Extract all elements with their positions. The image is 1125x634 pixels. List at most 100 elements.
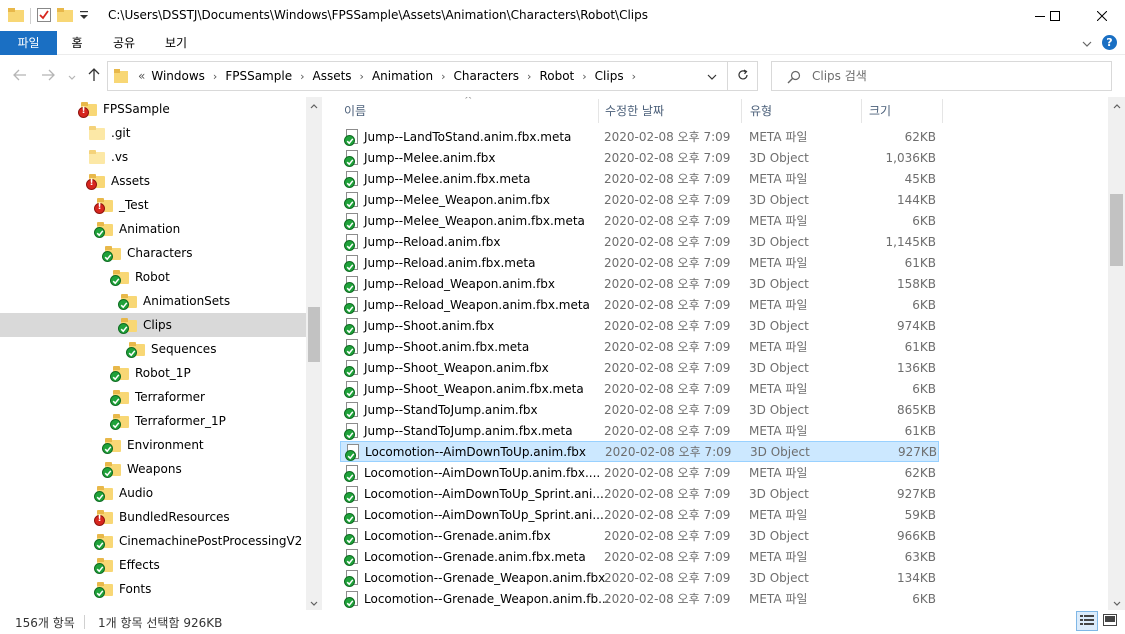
breadcrumb-robot[interactable]: Robot (539, 69, 574, 83)
tree-item[interactable]: BundledResources (0, 505, 306, 529)
file-row[interactable]: Locomotion--Grenade.anim.fbx 2020-02-08 오… (340, 525, 939, 546)
column-divider[interactable] (598, 99, 599, 123)
breadcrumb-clips[interactable]: Clips (595, 69, 624, 83)
back-button[interactable] (10, 66, 30, 86)
details-view-button[interactable] (1076, 611, 1098, 631)
file-row[interactable]: Jump--Reload_Weapon.anim.fbx 2020-02-08 오… (340, 273, 939, 294)
customize-qat-icon[interactable] (79, 9, 89, 24)
column-size-header[interactable]: 크기 (869, 97, 891, 125)
file-row[interactable]: Jump--Shoot.anim.fbx 2020-02-08 오후 7:09 3D… (340, 315, 939, 336)
close-button[interactable] (1079, 0, 1125, 31)
chevron-right-icon[interactable]: › (632, 70, 636, 83)
breadcrumb-fpssample[interactable]: FPSSample (225, 69, 292, 83)
recent-locations-button[interactable] (62, 66, 82, 86)
breadcrumb-assets[interactable]: Assets (312, 69, 351, 83)
file-row[interactable]: Jump--Melee.anim.fbx.meta 2020-02-08 오후 7… (340, 168, 939, 189)
chevron-right-icon[interactable]: › (360, 70, 364, 83)
file-row[interactable]: Locomotion--AimDownToUp_Sprint.ani... 202… (340, 504, 939, 525)
tree-item[interactable]: CinemachinePostProcessingV2 (0, 529, 306, 553)
tree-item[interactable]: Effects (0, 553, 306, 577)
tree-item[interactable]: .vs (0, 145, 306, 169)
tab-file[interactable]: 파일 (0, 31, 57, 55)
chevron-right-icon[interactable]: › (582, 70, 586, 83)
properties-icon[interactable] (37, 7, 51, 25)
file-row[interactable]: Locomotion--AimDownToUp.anim.fbx.... 2020… (340, 462, 939, 483)
tree-item[interactable]: Characters (0, 241, 306, 265)
file-row[interactable]: Jump--Reload.anim.fbx.meta 2020-02-08 오후 … (340, 252, 939, 273)
file-row[interactable]: Jump--Shoot_Weapon.anim.fbx.meta 2020-02-… (340, 378, 939, 399)
file-row[interactable]: Jump--Shoot.anim.fbx.meta 2020-02-08 오후 7… (340, 336, 939, 357)
expand-ribbon-icon[interactable] (1082, 36, 1092, 50)
file-row[interactable]: Locomotion--Grenade.anim.fbx.meta 2020-02… (340, 546, 939, 567)
breadcrumb-overflow[interactable]: « (138, 69, 145, 83)
tree-item[interactable]: Terraformer (0, 385, 306, 409)
address-bar[interactable]: « Windows › FPSSample › Assets › Animation ›… (107, 61, 758, 91)
tab-share[interactable]: 공유 (106, 31, 142, 55)
tree-item[interactable]: Animation (0, 217, 306, 241)
maximize-button[interactable] (1032, 0, 1078, 31)
tree-item[interactable]: .git (0, 121, 306, 145)
new-folder-icon[interactable] (57, 7, 73, 25)
tree-item[interactable]: Robot (0, 265, 306, 289)
scroll-up-button[interactable] (306, 97, 322, 113)
scrollbar-thumb[interactable] (1110, 194, 1123, 266)
search-input[interactable]: Clips 검색 (771, 61, 1112, 91)
tab-view[interactable]: 보기 (158, 31, 194, 55)
column-name-header[interactable]: 이름 (344, 97, 366, 125)
tree-item[interactable]: FPSSample (0, 97, 306, 121)
address-history-button[interactable] (700, 62, 724, 90)
breadcrumb-characters[interactable]: Characters (454, 69, 520, 83)
file-type: META 파일 (749, 172, 808, 186)
scrollbar-thumb[interactable] (308, 307, 320, 362)
file-row[interactable]: Jump--LandToStand.anim.fbx.meta 2020-02-0… (340, 126, 939, 147)
breadcrumb-animation[interactable]: Animation (372, 69, 433, 83)
tab-home[interactable]: 홈 (62, 31, 92, 55)
scroll-down-button[interactable] (1109, 594, 1125, 610)
column-divider[interactable] (861, 99, 862, 123)
up-button[interactable] (84, 66, 104, 86)
refresh-button[interactable] (727, 62, 758, 90)
file-row[interactable]: Locomotion--Grenade_Weapon.anim.fbx 2020-… (340, 567, 939, 588)
scroll-down-button[interactable] (306, 594, 322, 610)
tree-item[interactable]: AnimationSets (0, 289, 306, 313)
chevron-right-icon[interactable]: › (527, 70, 531, 83)
chevron-right-icon[interactable]: › (213, 70, 217, 83)
tree-item[interactable]: Environment (0, 433, 306, 457)
file-row[interactable]: Jump--Melee.anim.fbx 2020-02-08 오후 7:09 3D… (340, 147, 939, 168)
breadcrumb-windows[interactable]: Windows (151, 69, 205, 83)
file-row[interactable]: Locomotion--Grenade_Weapon.anim.fb... 202… (340, 588, 939, 609)
file-row[interactable]: Locomotion--AimDownToUp_Sprint.ani... 202… (340, 483, 939, 504)
scroll-up-button[interactable] (1109, 97, 1125, 113)
tree-item[interactable]: _Test (0, 193, 306, 217)
file-row[interactable]: Locomotion--AimDownToUp.anim.fbx 2020-02-… (340, 441, 939, 462)
file-row[interactable]: Jump--StandToJump.anim.fbx 2020-02-08 오후 … (340, 399, 939, 420)
file-row[interactable]: Jump--Melee_Weapon.anim.fbx 2020-02-08 오후… (340, 189, 939, 210)
tree-item[interactable]: Robot_1P (0, 361, 306, 385)
tree-item[interactable]: Audio (0, 481, 306, 505)
chevron-right-icon[interactable]: › (441, 70, 445, 83)
large-icons-view-button[interactable] (1099, 611, 1121, 631)
column-type-header[interactable]: 유형 (750, 97, 772, 125)
file-row[interactable]: Jump--Melee_Weapon.anim.fbx.meta 2020-02-… (340, 210, 939, 231)
folder-icon (94, 486, 113, 502)
column-divider[interactable] (942, 99, 943, 123)
forward-button[interactable] (38, 66, 58, 86)
file-row[interactable]: Jump--StandToJump.anim.fbx.meta 2020-02-0… (340, 420, 939, 441)
tree-item[interactable]: Clips (0, 313, 306, 337)
file-row[interactable]: Jump--Reload_Weapon.anim.fbx.meta 2020-02… (340, 294, 939, 315)
file-type: META 파일 (749, 424, 808, 438)
help-icon[interactable]: ? (1102, 35, 1117, 50)
tree-item[interactable]: Terraformer_1P (0, 409, 306, 433)
file-list-scrollbar[interactable] (1108, 97, 1125, 610)
tree-item[interactable]: Fonts (0, 577, 306, 601)
file-row[interactable]: Jump--Reload.anim.fbx 2020-02-08 오후 7:09 3… (340, 231, 939, 252)
chevron-right-icon[interactable]: › (300, 70, 304, 83)
folder-icon (102, 246, 121, 262)
tree-item[interactable]: Assets (0, 169, 306, 193)
column-divider[interactable] (741, 99, 742, 123)
file-row[interactable]: Jump--Shoot_Weapon.anim.fbx 2020-02-08 오후… (340, 357, 939, 378)
column-date-header[interactable]: 수정한 날짜 (605, 97, 664, 125)
navigation-pane-scrollbar[interactable] (306, 97, 322, 610)
tree-item[interactable]: Sequences (0, 337, 306, 361)
tree-item[interactable]: Weapons (0, 457, 306, 481)
